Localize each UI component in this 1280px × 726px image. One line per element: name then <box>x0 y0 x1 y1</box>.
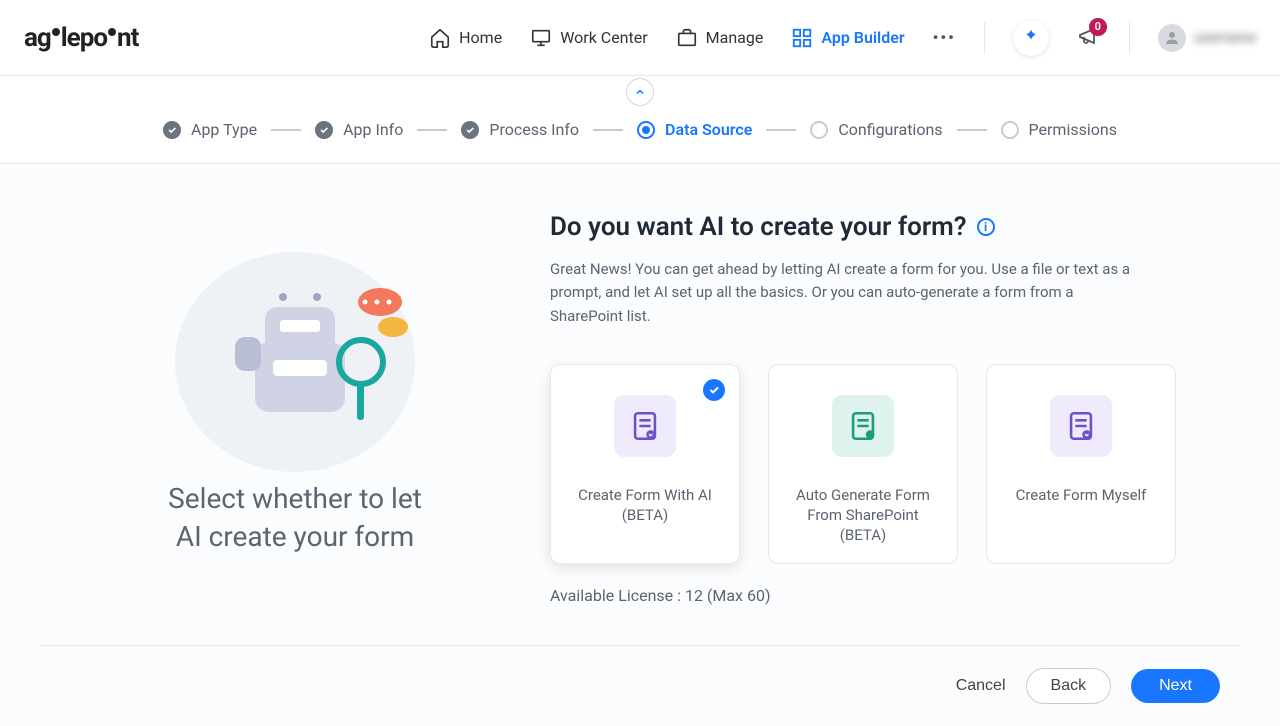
logo-dot <box>108 28 116 36</box>
form-sharepoint-icon: S <box>832 395 894 457</box>
connector <box>766 129 796 131</box>
step-process-info[interactable]: Process Info <box>461 120 579 139</box>
card-create-with-ai[interactable]: Create Form With AI (BETA) <box>550 364 740 564</box>
briefcase-icon <box>676 27 698 49</box>
more-icon: ••• <box>933 28 956 47</box>
active-dot-icon <box>642 126 650 134</box>
back-button[interactable]: Back <box>1026 668 1112 704</box>
user-menu[interactable]: username <box>1158 24 1256 52</box>
nav-home[interactable]: Home <box>429 27 502 49</box>
grid-icon <box>791 27 813 49</box>
card-label: Create Form With AI (BETA) <box>565 485 725 526</box>
step-configurations[interactable]: Configurations <box>810 120 942 139</box>
wizard-stepper: App Type App Info Process Info Data Sour… <box>0 120 1280 139</box>
check-icon <box>465 125 475 135</box>
collapse-stepper-button[interactable] <box>626 78 654 106</box>
robot-illustration <box>165 212 425 472</box>
chevron-up-icon <box>634 86 646 98</box>
left-title: Select whether to let AI create your for… <box>168 480 422 556</box>
user-name: username <box>1194 30 1256 46</box>
brand-logo: aglepont <box>24 23 138 53</box>
question-description: Great News! You can get ahead by letting… <box>550 258 1150 328</box>
nav-more[interactable]: ••• <box>933 28 956 47</box>
notification-badge: 0 <box>1089 18 1107 36</box>
top-bar: aglepont Home Work Center Manage App Bui… <box>0 0 1280 76</box>
nav-app-label: App Builder <box>821 28 904 47</box>
option-cards: Create Form With AI (BETA) S Auto Genera… <box>550 364 1200 564</box>
pinwheel-icon <box>1021 28 1041 48</box>
svg-text:S: S <box>868 431 872 439</box>
form-ai-icon <box>614 395 676 457</box>
check-icon <box>167 125 177 135</box>
right-panel: Do you want AI to create your form? i Gr… <box>550 212 1200 605</box>
home-icon <box>429 27 451 49</box>
step-permissions[interactable]: Permissions <box>1001 120 1117 139</box>
connector <box>271 129 301 131</box>
next-button[interactable]: Next <box>1131 669 1220 703</box>
card-label: Create Form Myself <box>1016 485 1147 505</box>
brand-text-3: nt <box>117 23 138 53</box>
license-info: Available License : 12 (Max 60) <box>550 586 1200 605</box>
nav-work-center[interactable]: Work Center <box>530 27 647 49</box>
question-row: Do you want AI to create your form? i <box>550 212 1200 242</box>
brand-text-1: ag <box>24 23 51 53</box>
step-app-info[interactable]: App Info <box>315 120 403 139</box>
card-sharepoint[interactable]: S Auto Generate Form From SharePoint (BE… <box>768 364 958 564</box>
info-icon[interactable]: i <box>977 218 995 236</box>
selected-check-icon <box>703 379 725 401</box>
avatar-icon <box>1158 24 1186 52</box>
card-label: Auto Generate Form From SharePoint (BETA… <box>783 485 943 546</box>
top-nav: Home Work Center Manage App Builder ••• … <box>429 20 1256 56</box>
main-content: Select whether to let AI create your for… <box>20 164 1260 605</box>
check-icon <box>319 125 329 135</box>
nav-manage-label: Manage <box>706 28 764 47</box>
step-app-type[interactable]: App Type <box>163 120 257 139</box>
question-title: Do you want AI to create your form? <box>550 212 967 242</box>
divider <box>984 22 985 54</box>
card-create-myself[interactable]: Create Form Myself <box>986 364 1176 564</box>
cancel-button[interactable]: Cancel <box>956 677 1006 695</box>
monitor-icon <box>530 27 552 49</box>
connector <box>957 129 987 131</box>
connector <box>417 129 447 131</box>
divider <box>1129 22 1130 54</box>
notifications-button[interactable]: 0 <box>1077 24 1101 52</box>
nav-app-builder[interactable]: App Builder <box>791 27 904 49</box>
nav-home-label: Home <box>459 28 502 47</box>
connector <box>593 129 623 131</box>
brand-text-2: lepo <box>61 23 107 53</box>
step-data-source[interactable]: Data Source <box>637 120 752 139</box>
stepper-section: App Type App Info Process Info Data Sour… <box>0 76 1280 164</box>
nav-manage[interactable]: Manage <box>676 27 764 49</box>
form-self-icon <box>1050 395 1112 457</box>
footer-actions: Cancel Back Next <box>40 645 1240 726</box>
left-panel: Select whether to let AI create your for… <box>80 212 510 605</box>
logo-dot <box>52 28 60 36</box>
ai-assistant-button[interactable] <box>1013 20 1049 56</box>
nav-work-label: Work Center <box>560 28 647 47</box>
